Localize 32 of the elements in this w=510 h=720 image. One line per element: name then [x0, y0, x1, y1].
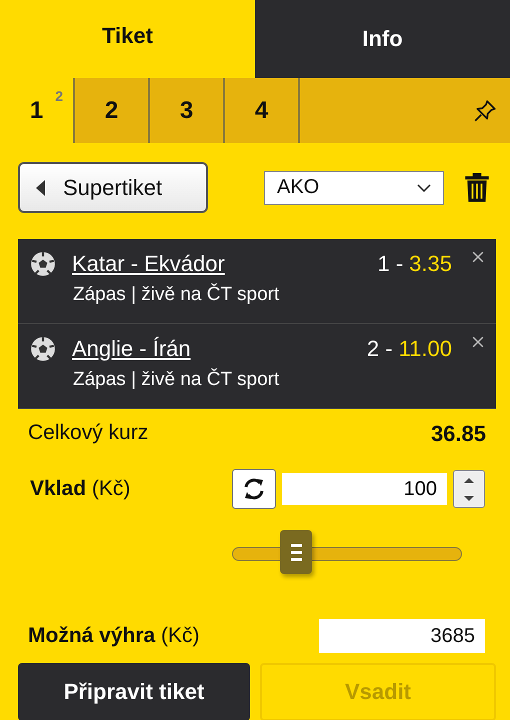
win-label: Možná výhra (Kč): [28, 624, 200, 648]
pick-label: 1 -: [377, 251, 404, 277]
total-odds-label: Celkový kurz: [28, 421, 148, 446]
count-label: 2: [55, 88, 63, 104]
odds-value: 3.35: [409, 251, 452, 277]
tab[interactable]: Info: [255, 0, 510, 78]
stake-input[interactable]: 100: [282, 473, 447, 505]
back-button[interactable]: Supertiket: [18, 162, 208, 213]
odds-value: 11.00: [398, 336, 452, 362]
ticket-tab[interactable]: 2: [75, 78, 150, 143]
ticket-tab[interactable]: 3: [150, 78, 225, 143]
prepare-button[interactable]: Připravit tiket: [18, 663, 250, 720]
match-link[interactable]: Katar - Ekvádor: [72, 251, 372, 277]
football-icon: [30, 251, 56, 277]
match-info: Zápas | živě na ČT sport: [73, 284, 280, 306]
pick-label: 2 -: [366, 336, 393, 362]
win-field[interactable]: 3685: [319, 619, 485, 653]
slider-thumb[interactable]: [280, 530, 312, 574]
bet-type-dropdown[interactable]: AKO: [264, 170, 444, 204]
ticket-tab[interactable]: 4: [225, 78, 300, 143]
stake-label: Vklad (Kč): [30, 477, 130, 501]
stepper-icon[interactable]: [453, 470, 485, 508]
football-icon: [30, 336, 56, 362]
match-info: Zápas | živě na ČT sport: [73, 369, 280, 391]
match-link[interactable]: Anglie - Írán: [72, 336, 361, 362]
refresh-icon[interactable]: [232, 469, 276, 509]
close-icon[interactable]: [472, 251, 484, 263]
chevron-icon: [417, 184, 431, 192]
total-odds-value: 36.85: [430, 421, 486, 447]
pin-icon[interactable]: [472, 98, 498, 124]
trash-icon[interactable]: [464, 172, 490, 202]
close-icon[interactable]: [472, 336, 484, 348]
